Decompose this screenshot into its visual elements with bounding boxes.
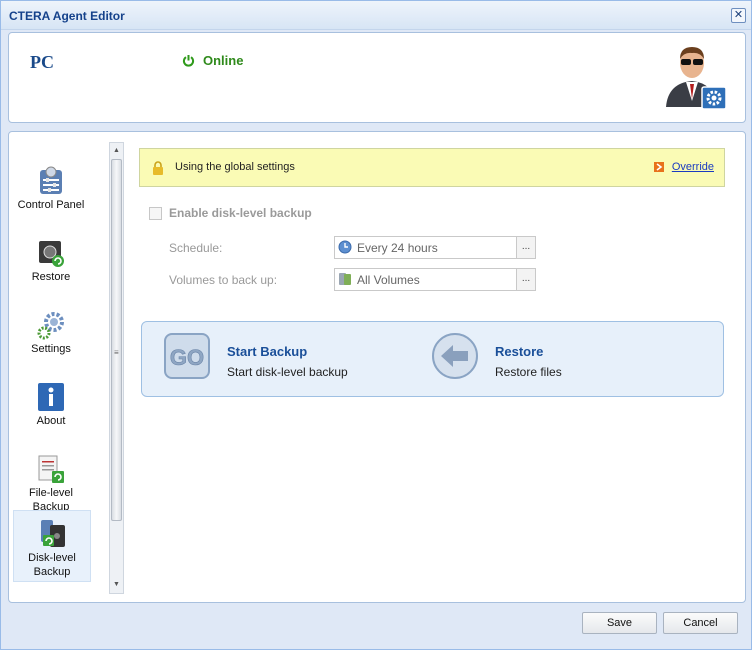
restore-title: Restore xyxy=(495,344,544,359)
schedule-label: Schedule: xyxy=(169,241,223,255)
sidebar-item-label: Control Panel xyxy=(17,199,85,211)
volumes-icon xyxy=(339,273,351,285)
close-icon[interactable]: ✕ xyxy=(731,8,746,23)
scroll-up-icon[interactable]: ▲ xyxy=(110,145,123,157)
sidebar-item-about[interactable]: About xyxy=(13,374,89,442)
scroll-down-icon[interactable]: ▼ xyxy=(110,579,123,591)
sidebar-item-control-panel[interactable]: Control Panel xyxy=(13,158,89,226)
start-backup-action[interactable]: GO Start Backup Start disk-level backup xyxy=(163,332,348,380)
sidebar-item-label: Restore xyxy=(31,271,71,283)
sidebar-item-restore[interactable]: Restore xyxy=(13,230,89,298)
power-icon xyxy=(182,55,195,67)
volumes-value: All Volumes xyxy=(357,273,420,287)
schedule-value: Every 24 hours xyxy=(357,241,438,255)
save-button[interactable]: Save xyxy=(582,612,657,634)
sidebar-scrollbar[interactable]: ▲ ≡ ▼ xyxy=(109,142,124,594)
go-icon: GO xyxy=(164,333,210,379)
title-bar[interactable]: CTERA Agent Editor ✕ xyxy=(1,1,751,30)
sidebar-item-settings[interactable]: Settings xyxy=(13,302,89,370)
device-header: PC Online xyxy=(8,32,746,123)
device-name: PC xyxy=(30,52,54,72)
enable-disk-backup-row: Enable disk-level backup xyxy=(149,206,312,220)
override-arrow-icon xyxy=(653,162,664,172)
go-icon-text: GO xyxy=(170,345,204,370)
schedule-field[interactable]: Every 24 hours ... xyxy=(334,236,536,259)
window-title: CTERA Agent Editor xyxy=(9,9,125,23)
control-panel-icon xyxy=(40,166,62,194)
backup-actions-panel: GO Start Backup Start disk-level backup … xyxy=(141,321,724,397)
start-backup-subtitle: Start disk-level backup xyxy=(227,365,348,379)
back-arrow-icon xyxy=(432,333,478,379)
disk-backup-content: Using the global settings Override Enabl… xyxy=(139,148,725,578)
sidebar-item-file-backup[interactable]: File-level Backup xyxy=(13,446,89,520)
info-icon xyxy=(38,383,64,411)
scrollbar-thumb[interactable]: ≡ xyxy=(111,159,122,521)
disk-backup-icon xyxy=(41,520,65,547)
sidebar-item-label: About xyxy=(36,415,66,427)
status-indicator: Online xyxy=(182,53,243,68)
lock-icon xyxy=(153,161,163,175)
override-action[interactable]: Override xyxy=(653,161,714,173)
file-backup-icon xyxy=(38,455,64,483)
admin-avatar-icon xyxy=(666,47,727,110)
cancel-button[interactable]: Cancel xyxy=(663,612,738,634)
sidebar-item-label: Disk-level Backup xyxy=(28,552,76,578)
clock-icon xyxy=(338,240,352,254)
sidebar-item-disk-backup[interactable]: Disk-level Backup xyxy=(13,510,91,582)
global-settings-banner: Using the global settings Override xyxy=(139,148,725,187)
main-panel: Control Panel Restore Settings About Fil… xyxy=(8,131,746,603)
restore-action[interactable]: Restore Restore files xyxy=(431,332,562,380)
enable-disk-backup-checkbox[interactable] xyxy=(149,206,162,220)
volumes-label: Volumes to back up: xyxy=(169,273,278,287)
sidebar-nav: Control Panel Restore Settings About Fil… xyxy=(13,140,93,592)
agent-editor-window: CTERA Agent Editor ✕ PC Online Control P… xyxy=(0,0,752,650)
restore-safe-icon xyxy=(39,241,64,267)
banner-text: Using the global settings xyxy=(175,161,295,173)
volumes-browse-button[interactable]: ... xyxy=(516,268,536,291)
enable-disk-backup-label: Enable disk-level backup xyxy=(169,206,312,220)
schedule-browse-button[interactable]: ... xyxy=(516,236,536,259)
grip-icon: ≡ xyxy=(114,348,119,357)
settings-gears-icon xyxy=(37,312,64,340)
start-backup-title: Start Backup xyxy=(227,344,308,359)
sidebar-item-label: Settings xyxy=(31,343,71,355)
status-text: Online xyxy=(203,53,244,68)
volumes-field[interactable]: All Volumes ... xyxy=(334,268,536,291)
override-link[interactable]: Override xyxy=(672,161,714,173)
restore-subtitle: Restore files xyxy=(495,365,562,379)
